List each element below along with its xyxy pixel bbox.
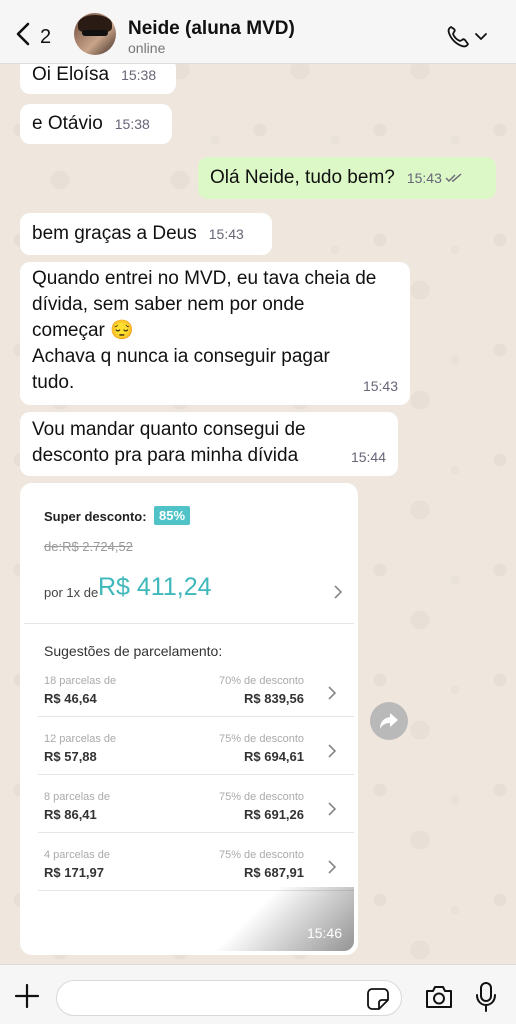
message-input[interactable]: [56, 980, 402, 1016]
message-text-line: Vou mandar quanto consegui de: [32, 419, 306, 440]
suggestions-title: Sugestões de parcelamento:: [44, 643, 223, 659]
message-time: 15:38: [121, 67, 157, 83]
message-bubble-outgoing[interactable]: Olá Neide, tudo bem? 15:43: [198, 157, 496, 199]
discount-badge: 85%: [154, 506, 191, 525]
phone-icon[interactable]: [446, 24, 488, 48]
chevron-right-icon: [328, 860, 337, 874]
message-text-line: dívida, sem saber nem por onde: [32, 294, 305, 315]
installment-value: R$ 86,41: [44, 807, 97, 822]
forward-icon: [380, 713, 398, 729]
message-time: 15:43: [208, 226, 244, 242]
camera-icon[interactable]: [424, 984, 454, 1010]
installment-total: R$ 839,56: [244, 691, 304, 706]
message-text-line: tudo.: [32, 372, 75, 393]
contact-name[interactable]: Neide (aluna MVD): [128, 18, 295, 40]
installment-count: 12 parcelas de: [44, 733, 117, 745]
chat-header: 2 Neide (aluna MVD) online: [0, 0, 516, 64]
divider: [38, 716, 354, 717]
message-text: Olá Neide, tudo bem?: [210, 167, 395, 188]
message-bubble-incoming[interactable]: Quando entrei no MVD, eu tava cheia de d…: [20, 262, 410, 405]
payment-value: R$ 411,24: [98, 573, 212, 601]
installment-count: 18 parcelas de: [44, 675, 117, 687]
installment-total: R$ 694,61: [244, 749, 304, 764]
sticker-icon[interactable]: [366, 987, 390, 1011]
message-time: 15:38: [114, 116, 150, 132]
unread-count[interactable]: 2: [40, 26, 51, 49]
avatar[interactable]: [74, 13, 116, 55]
image-message[interactable]: Super desconto: 85% de:R$ 2.724,52 por 1…: [20, 483, 358, 955]
chevron-right-icon: [328, 744, 337, 758]
message-time: 15:43: [362, 378, 398, 394]
message-bubble-incoming[interactable]: Vou mandar quanto consegui de desconto p…: [20, 412, 398, 476]
message-text: Oi Eloísa: [32, 64, 110, 85]
discount-screenshot: Super desconto: 85% de:R$ 2.724,52 por 1…: [24, 487, 354, 951]
message-text-line: Quando entrei no MVD, eu tava cheia de: [32, 268, 377, 289]
chevron-right-icon: [328, 802, 337, 816]
divider: [24, 623, 354, 624]
message-bubble-incoming[interactable]: bem graças a Deus 15:43: [20, 213, 272, 255]
installment-value: R$ 46,64: [44, 691, 97, 706]
plus-icon[interactable]: [14, 983, 40, 1009]
installment-discount: 75% de desconto: [218, 849, 304, 861]
read-receipt-icon: [445, 173, 462, 182]
chevron-left-icon[interactable]: [14, 22, 34, 46]
installment-value: R$ 57,88: [44, 749, 97, 764]
message-time: 15:46: [306, 925, 342, 941]
installment-total: R$ 687,91: [244, 865, 304, 880]
installment-total: R$ 691,26: [244, 807, 304, 822]
message-text-line: Achava q nunca ia conseguir pagar: [32, 346, 330, 367]
message-time: 15:44: [350, 449, 386, 465]
installment-count: 8 parcelas de: [44, 791, 111, 803]
message-text: bem graças a Deus: [32, 223, 197, 244]
microphone-icon[interactable]: [475, 981, 497, 1013]
super-discount-label: Super desconto:: [44, 509, 147, 524]
installment-discount: 75% de desconto: [218, 791, 304, 803]
message-time: 15:43: [406, 170, 442, 186]
installment-value: R$ 171,97: [44, 865, 104, 880]
payment-label: por 1x de: [44, 585, 99, 600]
installment-discount: 70% de desconto: [218, 675, 304, 687]
message-text-line: começar 😔: [32, 320, 134, 341]
image-shade: [214, 887, 354, 951]
chevron-right-icon: [334, 585, 343, 599]
divider: [38, 774, 354, 775]
installment-count: 4 parcelas de: [44, 849, 111, 861]
message-text: e Otávio: [32, 113, 103, 134]
divider: [38, 832, 354, 833]
contact-status: online: [128, 40, 166, 56]
compose-bar: [0, 964, 516, 1024]
chevron-right-icon: [328, 686, 337, 700]
installment-discount: 75% de desconto: [218, 733, 304, 745]
old-price: de:R$ 2.724,52: [44, 539, 133, 554]
message-bubble-incoming[interactable]: e Otávio 15:38: [20, 104, 172, 144]
forward-button[interactable]: [370, 702, 408, 740]
message-text-line: desconto pra para minha dívida: [32, 445, 299, 466]
